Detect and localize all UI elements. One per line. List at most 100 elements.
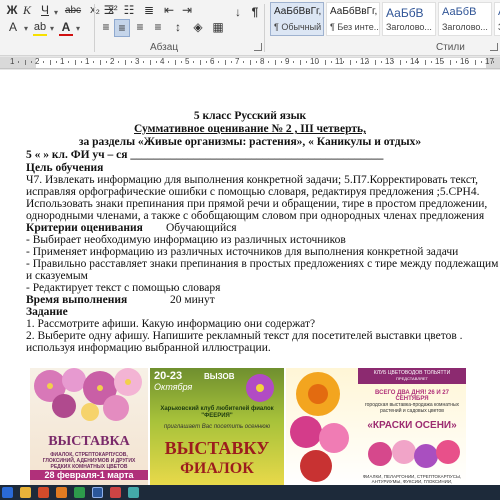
borders-icon[interactable]: ▦ (210, 19, 226, 35)
bullets-icon[interactable]: ☰ (100, 2, 118, 18)
excel-icon[interactable] (74, 487, 85, 498)
ruler-number: 8 (260, 57, 265, 66)
style-gallery-item[interactable]: АаБбВ Заголово... (438, 2, 492, 36)
ruler-tick (230, 61, 232, 63)
criteria-line-3: - Правильно расставляет знаки препинания… (26, 258, 499, 270)
highlight-dropdown-icon[interactable]: ▾ (48, 21, 56, 37)
line-spacing-icon[interactable]: ↕ (170, 19, 186, 35)
decrease-indent-icon[interactable]: ⇤ (160, 2, 178, 18)
paragraph-group-label: Абзац (150, 42, 179, 53)
ruler-number: 1 (85, 57, 90, 66)
app-icon[interactable] (110, 487, 121, 498)
multilevel-list-icon[interactable]: ≣ (140, 2, 158, 18)
style-gallery-item[interactable]: АаБбВв.Заголово... (494, 2, 500, 36)
style-gallery-item[interactable]: АаБбВ Заголово... (382, 2, 436, 36)
doc-assessment-line: Суммативное оценивание № 2 , III четверт… (134, 123, 366, 135)
ruler-tick (368, 61, 370, 63)
ruler-tick (218, 61, 220, 63)
highlight-icon[interactable]: ab (32, 19, 48, 35)
ruler-tick (299, 60, 301, 65)
italic-button[interactable]: К (20, 2, 34, 18)
font-color-dropdown-icon[interactable]: ▾ (74, 21, 82, 37)
ruler-tick (480, 61, 482, 63)
ruler-tick (430, 61, 432, 63)
styles-dialog-launcher-icon[interactable] (490, 43, 498, 51)
ruler-tick (205, 61, 207, 63)
style-gallery-item[interactable]: АаБбВвГг, ¶ Обычный (270, 2, 324, 36)
start-icon[interactable] (2, 487, 13, 498)
doc-student-line: 5 « » кл. ФИ уч – ся ___________________… (26, 149, 384, 161)
ruler-tick (474, 60, 476, 65)
shading-icon[interactable]: ◈ (190, 19, 206, 35)
poster-2-club: Харьковский клуб любителей фиалок "ФЕЕРИ… (160, 406, 274, 419)
ruler-tick (155, 61, 157, 63)
document-page[interactable]: 5 класс Русский язык Суммативное оценива… (0, 70, 500, 485)
word-window: Ж К Ч ▾ abc x₂ x² A ▾ ab ▾ А ▾ ☰ ☷ ≣ ⇤ ⇥… (0, 0, 500, 500)
font-color-bar (59, 34, 73, 36)
text-effects-icon[interactable]: A (4, 19, 22, 35)
font-color-button[interactable]: А (58, 19, 74, 35)
poster-3-title: «КРАСКИ ОСЕНИ» (367, 420, 457, 431)
ruler-number: 1 (10, 57, 15, 66)
align-center-icon[interactable]: ≡ (114, 19, 130, 37)
ruler-tick (93, 61, 95, 63)
bold-button[interactable]: Ж (4, 2, 20, 18)
poster-2-title: ВЫСТАВКУ (164, 438, 270, 458)
style-gallery-item[interactable]: АаБбВвГг, ¶ Без инте... (326, 2, 380, 36)
ruler-tick (393, 61, 395, 63)
styles-group-label: Стили (436, 42, 465, 53)
doc-title-line: 5 класс Русский язык (193, 110, 307, 122)
ruler-tick (193, 61, 195, 63)
ruler-tick (274, 60, 276, 65)
justify-icon[interactable]: ≡ (150, 19, 166, 35)
ruler-tick (43, 61, 45, 63)
chrome-icon[interactable] (56, 487, 67, 498)
ruler-tick (180, 61, 182, 63)
ruler-tick (124, 60, 126, 65)
file-explorer-icon[interactable] (20, 487, 31, 498)
poster-autumn-colors-exhibition: КЛУБ ЦВЕТОВОДОВ ТОЛЬЯТТИ ПРЕДСТАВЛЯЕТ ВС… (286, 368, 466, 485)
ruler-tick (399, 60, 401, 65)
ruler-tick (493, 61, 495, 63)
show-formatting-icon[interactable]: ¶ (248, 4, 262, 20)
poster-2-title2: ФИАЛОК (180, 460, 254, 477)
paragraph-dialog-launcher-icon[interactable] (254, 43, 262, 51)
style-name-label: ¶ Обычный (274, 22, 322, 32)
ruler-number: 2 (35, 57, 40, 66)
ruler-tick (468, 61, 470, 63)
poster-2-brand: ВЫЗОВ (204, 372, 235, 381)
numbering-icon[interactable]: ☷ (120, 2, 138, 18)
style-sample-text: АаБбВвГг, (274, 6, 322, 17)
sort-icon[interactable]: ↓ (230, 4, 246, 20)
app2-icon[interactable] (128, 487, 139, 498)
ruler-tick (168, 61, 170, 63)
align-right-icon[interactable]: ≡ (132, 19, 148, 35)
ruler-number: 1 (60, 57, 65, 66)
ruler-tick (199, 60, 201, 65)
text-effects-dropdown-icon[interactable]: ▾ (22, 21, 30, 37)
ruler-tick (24, 60, 26, 65)
ruler-tick (149, 60, 151, 65)
ruler-number: 9 (285, 57, 290, 66)
ruler-tick (55, 61, 57, 63)
ruler-tick (318, 61, 320, 63)
ruler-tick (143, 61, 145, 63)
poster-3-dates: ВСЕГО ДВА ДНЯ! 26 И 27 СЕНТЯБРЯ (375, 390, 449, 402)
task-line-3: используя информацию выбранной иллюстрац… (26, 342, 271, 354)
ruler-tick (49, 60, 51, 65)
ruler-tick (349, 60, 351, 65)
horizontal-ruler[interactable]: 1 2 1 1 2 3 4 5 6 7 8 9 10 11 12 13 14 15 16 17 (0, 57, 500, 69)
style-name-label: Заголово... (442, 22, 488, 32)
strikethrough-button[interactable]: abc (62, 3, 84, 19)
ruler-tick (74, 60, 76, 65)
align-left-icon[interactable]: ≡ (98, 19, 114, 35)
poster-2-month: Октября (154, 382, 193, 392)
style-name-label: Заголово... (386, 22, 432, 32)
ruler-tick (324, 60, 326, 65)
word-icon[interactable] (92, 487, 103, 498)
browser-icon[interactable] (38, 487, 49, 498)
ruler-number: 7 (235, 57, 240, 66)
ruler-number: 5 (185, 57, 190, 66)
ruler-number: 11 (335, 57, 344, 66)
increase-indent-icon[interactable]: ⇥ (178, 2, 196, 18)
